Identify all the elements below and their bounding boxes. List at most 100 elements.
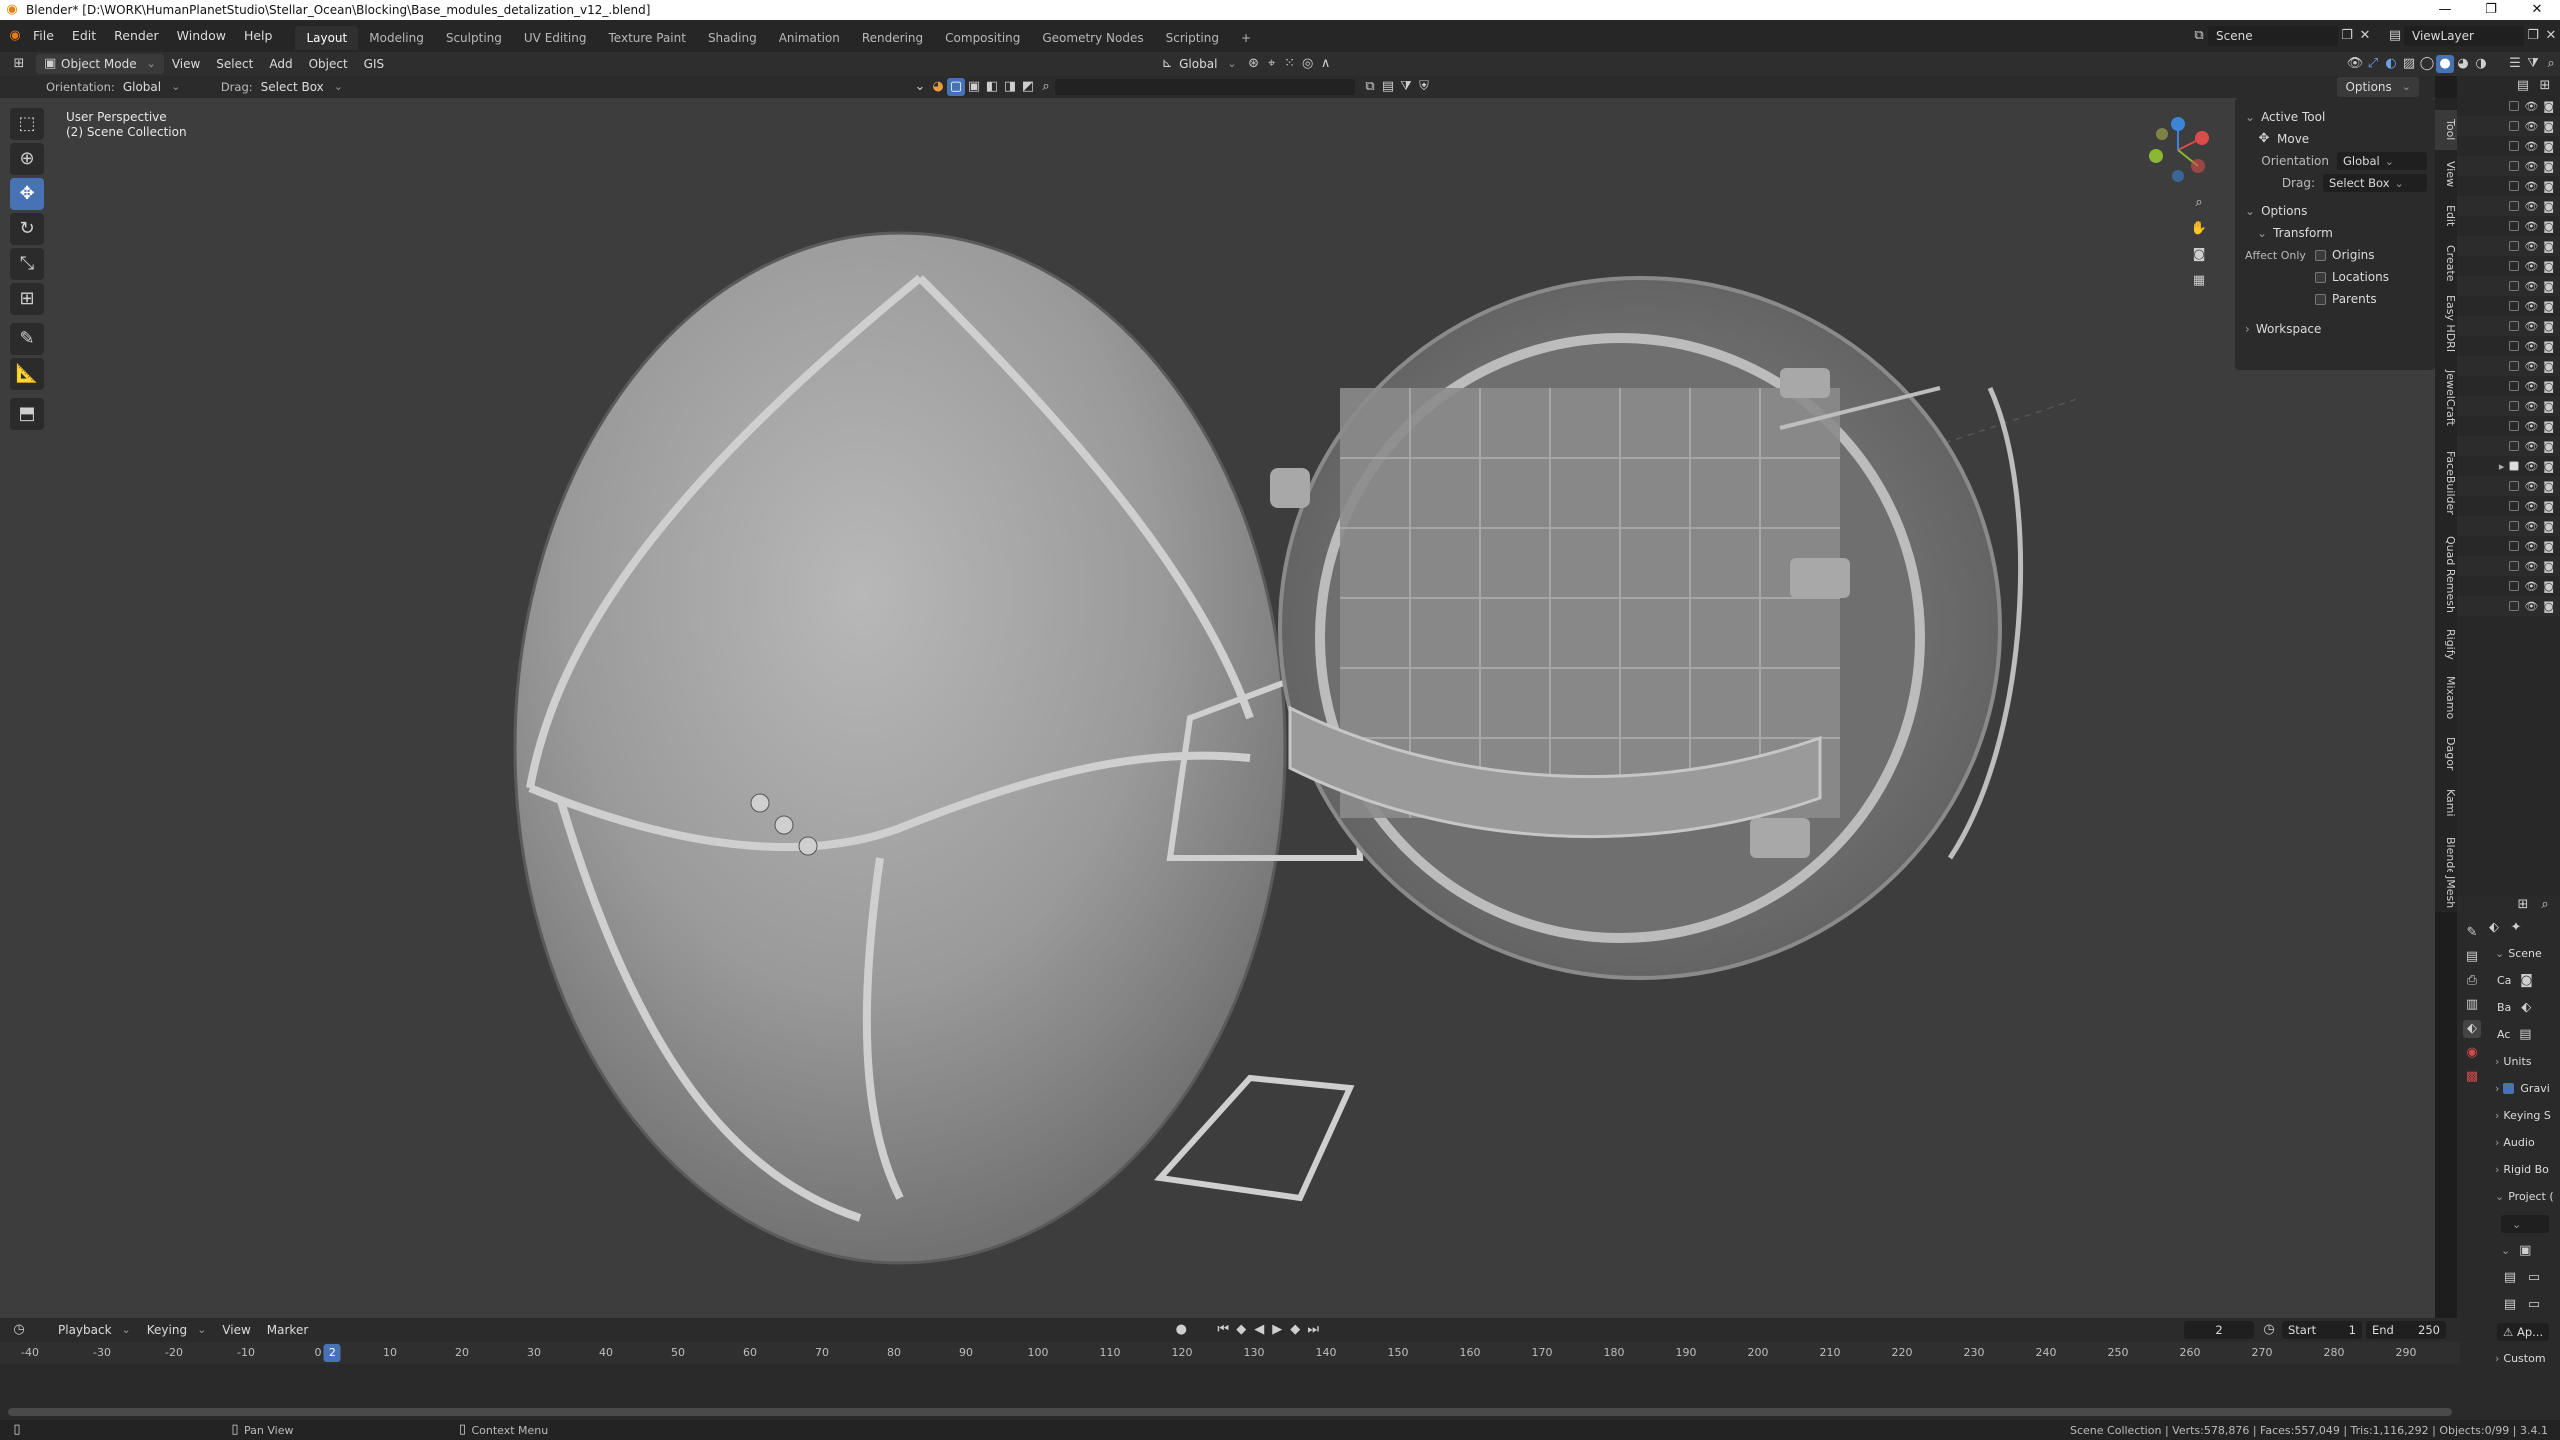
exclude-checkbox[interactable] — [2509, 421, 2520, 431]
outliner-row[interactable]: 👁 ◙ — [2457, 396, 2560, 416]
origins-checkbox[interactable] — [2315, 249, 2326, 261]
tool-props-icon[interactable]: ✎ — [2463, 924, 2481, 942]
orientation-dropdown[interactable]: Global — [115, 77, 211, 97]
eye-icon[interactable]: 👁 — [2524, 480, 2538, 493]
timeline-view-menu[interactable]: View — [214, 1320, 258, 1340]
preview-range-icon[interactable]: ◷ — [2260, 1321, 2278, 1339]
eye-icon[interactable]: 👁 — [2524, 280, 2538, 293]
camera-render-icon[interactable]: ◙ — [2543, 500, 2554, 513]
outliner-row[interactable]: 👁 ◙ — [2457, 156, 2560, 176]
header-menu-add[interactable]: Add — [261, 54, 300, 74]
outliner-filter-icon[interactable]: ⧩ — [2524, 55, 2542, 73]
select-mode-invert-icon[interactable]: ◨ — [1001, 78, 1019, 96]
keying-sets-section[interactable]: › Keying S — [2457, 1102, 2560, 1129]
delete-scene-icon[interactable]: ✕ — [2356, 27, 2374, 45]
funnel-filter-icon[interactable]: ⧩ — [1397, 78, 1415, 96]
falloff-icon[interactable]: ∧ — [1317, 55, 1335, 73]
camera-render-icon[interactable]: ◙ — [2543, 320, 2554, 333]
outliner-editor-icon[interactable]: ☰ — [2506, 55, 2524, 73]
menu-file[interactable]: File — [24, 20, 63, 52]
active-clip-icon[interactable]: ▤ — [2516, 1026, 2534, 1044]
start-frame-field[interactable]: Start2501 — [2282, 1321, 2362, 1339]
camera-render-icon[interactable]: ◙ — [2543, 280, 2554, 293]
station-module-mesh[interactable] — [1270, 276, 2024, 980]
select-mode-new-icon[interactable]: ▢ — [946, 78, 965, 96]
exclude-checkbox[interactable] — [2509, 181, 2520, 191]
pivot-point-icon[interactable]: ⊛ — [1245, 55, 1263, 73]
header-menu-object[interactable]: Object — [301, 54, 356, 74]
camera-render-icon[interactable]: ◙ — [2543, 540, 2554, 553]
navigation-gizmo[interactable] — [2138, 110, 2218, 190]
exclude-checkbox[interactable] — [2509, 561, 2520, 571]
vtab-tool[interactable]: Tool — [2435, 110, 2457, 150]
active-tool-header[interactable]: ⌄ Active Tool — [2235, 106, 2435, 128]
expand-arrow-icon[interactable]: ▸ — [2499, 460, 2505, 473]
rotate-tool[interactable]: ↻ — [10, 213, 44, 245]
drag-dropdown[interactable]: Select Box — [253, 77, 351, 97]
scene-selector[interactable]: Scene — [2208, 26, 2338, 46]
play-reverse-icon[interactable]: ◀ — [1250, 1321, 1268, 1339]
camera-render-icon[interactable]: ◙ — [2543, 560, 2554, 573]
camera-render-icon[interactable]: ◙ — [2543, 580, 2554, 593]
rigid-body-section[interactable]: › Rigid Bo — [2457, 1156, 2560, 1183]
exclude-checkbox[interactable] — [2509, 461, 2520, 471]
select-box-tool[interactable]: ⬚ — [10, 108, 44, 140]
project-item-icon[interactable]: ▣ — [2516, 1242, 2534, 1260]
camera-render-icon[interactable]: ◙ — [2543, 460, 2554, 473]
measure-tool[interactable]: 📐 — [10, 358, 44, 390]
menu-edit[interactable]: Edit — [63, 20, 105, 52]
next-keyframe-icon[interactable]: ◆ — [1286, 1321, 1304, 1339]
eye-icon[interactable]: 👁 — [2524, 560, 2538, 573]
tab-rendering[interactable]: Rendering — [851, 26, 934, 50]
outliner-row[interactable]: 👁 ◙ — [2457, 276, 2560, 296]
render-props-icon[interactable]: ▤ — [2463, 948, 2481, 966]
rendered-shading-icon[interactable]: ◑ — [2472, 55, 2490, 73]
visibility-icon[interactable]: 👁 — [2346, 55, 2364, 73]
add-workspace-button[interactable]: + — [1230, 26, 1262, 50]
camera-render-icon[interactable]: ◙ — [2543, 120, 2554, 133]
delete-view-layer-icon[interactable]: ✕ — [2542, 27, 2560, 45]
exclude-checkbox[interactable] — [2509, 341, 2520, 351]
outliner-row[interactable]: 👁 ◙ — [2457, 576, 2560, 596]
camera-view-icon[interactable]: ◙ — [2190, 246, 2208, 264]
outliner-row[interactable]: 👁 ◙ — [2457, 496, 2560, 516]
play-icon[interactable]: ▶ — [1268, 1321, 1286, 1339]
custom-properties-section[interactable]: › Custom — [2457, 1345, 2560, 1372]
jump-start-icon[interactable]: ⏮ — [1214, 1321, 1232, 1339]
outliner-row[interactable]: 👁 ◙ — [2457, 556, 2560, 576]
header-menu-select[interactable]: Select — [208, 54, 261, 74]
timeline-ruler[interactable]: -40 -30 -20 -10 0 10 20 30 40 50 60 70 80 90 100 110 120… — [0, 1342, 2460, 1424]
exclude-checkbox[interactable] — [2509, 321, 2520, 331]
view-layer-props-icon[interactable]: ▥ — [2463, 996, 2481, 1014]
tab-scripting[interactable]: Scripting — [1155, 26, 1230, 50]
tab-shading[interactable]: Shading — [697, 26, 768, 50]
minimize-button[interactable]: — — [2422, 0, 2468, 20]
vtab-dagor[interactable]: Dagor — [2435, 730, 2457, 778]
exclude-checkbox[interactable] — [2509, 221, 2520, 231]
outliner-row[interactable]: 👁 ◙ — [2457, 136, 2560, 156]
record-icon[interactable]: ● — [1172, 1321, 1190, 1339]
scene-props-icon[interactable]: ⬖ — [2463, 1020, 2481, 1038]
transform-orientation-dropdown[interactable]: ⊾ Global — [1152, 54, 1245, 74]
outliner-row[interactable]: 👁 ◙ — [2457, 476, 2560, 496]
playhead[interactable]: 2 — [323, 1344, 341, 1362]
apply-button[interactable]: ⚠ Ap... — [2497, 1322, 2550, 1341]
world-props-icon[interactable]: ◉ — [2463, 1044, 2481, 1062]
camera-render-icon[interactable]: ◙ — [2543, 140, 2554, 153]
current-frame-field[interactable]: 2 — [2184, 1321, 2254, 1339]
snap-target-icon[interactable]: ⁙ — [1281, 55, 1299, 73]
vtab-edit[interactable]: Edit — [2435, 198, 2457, 234]
select-mode-extend-icon[interactable]: ▣ — [965, 78, 983, 96]
eye-icon[interactable]: 👁 — [2524, 240, 2538, 253]
eye-icon[interactable]: 👁 — [2524, 580, 2538, 593]
outliner-row[interactable]: ▸ 👁 ◙ — [2457, 456, 2560, 476]
exclude-checkbox[interactable] — [2509, 281, 2520, 291]
eye-icon[interactable]: 👁 — [2524, 600, 2538, 613]
camera-render-icon[interactable]: ◙ — [2543, 360, 2554, 373]
project-dropdown[interactable] — [2501, 1214, 2549, 1233]
texture-props-icon[interactable]: ▩ — [2463, 1068, 2481, 1086]
vtab-view[interactable]: View — [2435, 154, 2457, 194]
jump-end-icon[interactable]: ⏭ — [1304, 1321, 1322, 1339]
exclude-checkbox[interactable] — [2509, 201, 2520, 211]
camera-render-icon[interactable]: ◙ — [2543, 420, 2554, 433]
